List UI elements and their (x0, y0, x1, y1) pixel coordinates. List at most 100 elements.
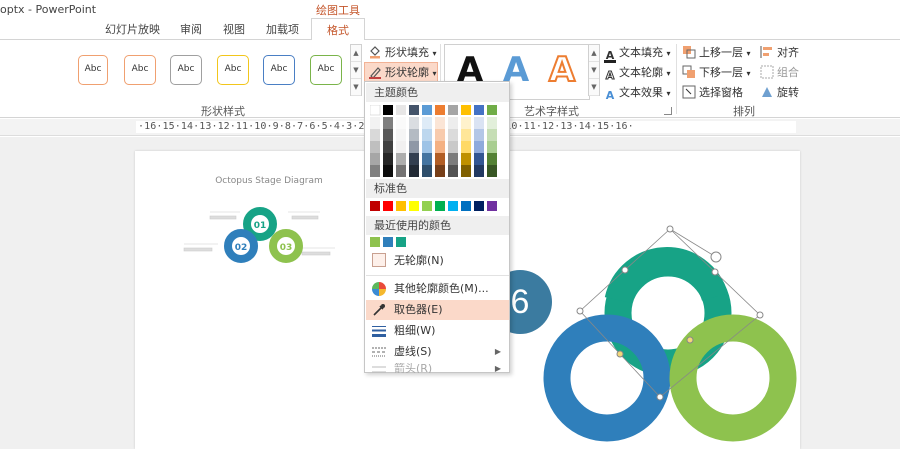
theme-color-grid[interactable] (370, 105, 510, 177)
standard-color-row[interactable] (370, 201, 510, 213)
theme-color-swatch[interactable] (474, 165, 484, 177)
ring-green[interactable] (669, 314, 797, 442)
color-swatch[interactable] (409, 201, 419, 211)
theme-color-swatch[interactable] (487, 129, 497, 141)
theme-color-swatch[interactable] (448, 153, 458, 165)
theme-color-swatch[interactable] (422, 141, 432, 153)
theme-color-swatch[interactable] (409, 105, 419, 115)
theme-color-swatch[interactable] (487, 165, 497, 177)
theme-color-swatch[interactable] (448, 141, 458, 153)
tab-view[interactable]: 视图 (223, 21, 245, 37)
chevron-up-icon[interactable]: ▲ (589, 45, 599, 62)
resize-handle[interactable] (756, 311, 764, 319)
chevron-up-icon[interactable]: ▲ (351, 45, 361, 62)
text-fill-button[interactable]: A 文本填充 ▾ (604, 44, 671, 63)
menu-item-arrows[interactable]: 箭头(R) ▶ (366, 363, 509, 373)
theme-color-swatch[interactable] (422, 129, 432, 141)
theme-color-swatch[interactable] (409, 141, 419, 153)
theme-color-swatch[interactable] (383, 165, 393, 177)
resize-handle[interactable] (621, 266, 629, 274)
theme-color-swatch[interactable] (383, 129, 393, 141)
theme-color-swatch[interactable] (487, 141, 497, 153)
theme-color-swatch[interactable] (409, 165, 419, 177)
menu-item-more-colors[interactable]: 其他轮廓颜色(M)... (366, 279, 509, 299)
theme-color-swatch[interactable] (396, 141, 406, 153)
theme-color-swatch[interactable] (396, 129, 406, 141)
theme-color-swatch[interactable] (370, 153, 380, 165)
octopus-diagram-thumbnail[interactable]: 01 02 03 (170, 190, 340, 280)
theme-color-swatch[interactable] (487, 105, 497, 115)
rotate-button[interactable]: 旋转 (760, 84, 799, 102)
color-swatch[interactable] (422, 201, 432, 211)
theme-color-swatch[interactable] (435, 165, 445, 177)
color-swatch[interactable] (383, 237, 393, 247)
theme-color-swatch[interactable] (435, 117, 445, 129)
dialog-launcher-icon[interactable] (664, 107, 672, 115)
adjust-handle[interactable] (616, 350, 624, 358)
theme-color-swatch[interactable] (461, 165, 471, 177)
theme-color-swatch[interactable] (461, 141, 471, 153)
menu-item-eyedropper[interactable]: 取色器(E) (366, 300, 509, 320)
bring-forward-button[interactable]: 上移一层 ▾ (682, 44, 751, 62)
shape-style-0[interactable]: Abc (78, 55, 108, 85)
theme-color-swatch[interactable] (396, 117, 406, 129)
color-swatch[interactable] (370, 201, 380, 211)
rotate-handle-icon[interactable] (710, 251, 722, 263)
theme-color-swatch[interactable] (383, 117, 393, 129)
color-swatch[interactable] (435, 201, 445, 211)
menu-item-no-outline[interactable]: 无轮廓(N) (366, 249, 509, 273)
theme-color-swatch[interactable] (474, 129, 484, 141)
color-swatch[interactable] (396, 201, 406, 211)
theme-color-swatch[interactable] (370, 141, 380, 153)
theme-color-swatch[interactable] (396, 105, 406, 115)
menu-item-weight[interactable]: 粗细(W) (366, 321, 509, 341)
resize-handle[interactable] (576, 307, 584, 315)
color-swatch[interactable] (370, 237, 380, 247)
color-swatch[interactable] (487, 201, 497, 211)
theme-color-swatch[interactable] (487, 117, 497, 129)
selection-pane-button[interactable]: 选择窗格 (682, 84, 743, 102)
shape-style-5[interactable]: Abc (310, 55, 342, 85)
theme-color-swatch[interactable] (474, 141, 484, 153)
resize-handle[interactable] (711, 268, 719, 276)
theme-color-swatch[interactable] (435, 153, 445, 165)
theme-color-swatch[interactable] (461, 153, 471, 165)
recent-color-row[interactable] (370, 237, 510, 249)
tab-review[interactable]: 审阅 (180, 21, 202, 37)
color-swatch[interactable] (383, 201, 393, 211)
color-swatch[interactable] (474, 201, 484, 211)
theme-color-swatch[interactable] (448, 129, 458, 141)
theme-color-swatch[interactable] (448, 117, 458, 129)
theme-color-swatch[interactable] (383, 105, 393, 115)
color-swatch[interactable] (396, 237, 406, 247)
wordart-style-3[interactable]: A (542, 48, 582, 92)
text-effects-button[interactable]: A 文本效果 ▾ (604, 84, 671, 102)
theme-color-swatch[interactable] (435, 141, 445, 153)
shape-style-gallery-scroll[interactable]: ▲ ▼ ▼ (350, 44, 362, 96)
theme-color-swatch[interactable] (461, 129, 471, 141)
expand-gallery-icon[interactable]: ▼ (351, 79, 361, 96)
shape-fill-button[interactable]: 形状填充 ▾ (368, 44, 437, 62)
color-swatch[interactable] (448, 201, 458, 211)
theme-color-swatch[interactable] (422, 153, 432, 165)
menu-item-dashes[interactable]: 虚线(S) ▶ (366, 342, 509, 362)
shape-outline-button[interactable]: 形状轮廓 ▾ (368, 64, 437, 82)
theme-color-swatch[interactable] (422, 117, 432, 129)
group-button[interactable]: 组合 (760, 64, 799, 82)
send-backward-button[interactable]: 下移一层 ▾ (682, 64, 751, 82)
shape-style-3[interactable]: Abc (217, 55, 249, 85)
theme-color-swatch[interactable] (487, 153, 497, 165)
shape-style-2[interactable]: Abc (170, 55, 202, 85)
large-ring-shapes[interactable] (530, 225, 830, 449)
theme-color-swatch[interactable] (370, 129, 380, 141)
resize-handle[interactable] (666, 225, 674, 233)
theme-color-swatch[interactable] (409, 117, 419, 129)
theme-color-swatch[interactable] (422, 165, 432, 177)
align-button[interactable]: 对齐 (760, 44, 799, 62)
shape-style-1[interactable]: Abc (124, 55, 156, 85)
adjust-handle[interactable] (686, 336, 694, 344)
theme-color-swatch[interactable] (383, 153, 393, 165)
resize-handle[interactable] (656, 393, 664, 401)
theme-color-swatch[interactable] (461, 105, 471, 115)
theme-color-swatch[interactable] (370, 105, 381, 116)
